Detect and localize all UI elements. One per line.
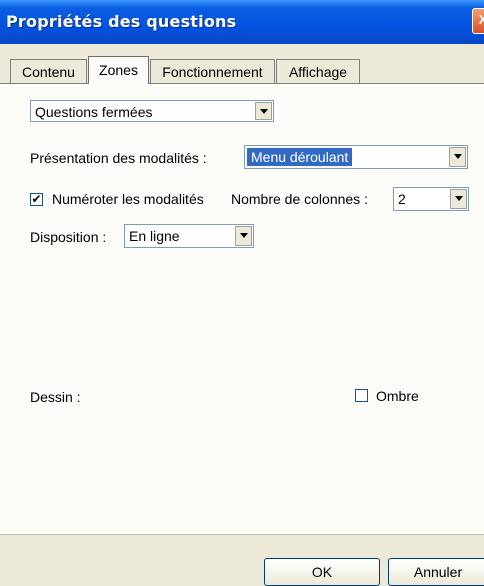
chevron-down-icon[interactable] [235, 226, 252, 246]
shadow-label: Ombre [376, 388, 419, 404]
tab-affichage[interactable]: Affichage [276, 59, 360, 83]
columns-value: 2 [398, 191, 406, 207]
drawing-label: Dessin : [30, 389, 81, 405]
numbering-checkbox[interactable]: ✔ [30, 193, 43, 206]
checkmark-icon: ✔ [31, 192, 42, 206]
question-type-value: Questions fermées [35, 104, 153, 120]
close-icon: X [478, 12, 484, 27]
tab-contenu[interactable]: Contenu [10, 59, 87, 83]
cancel-button[interactable]: Annuler [388, 558, 484, 586]
columns-label: Nombre de colonnes : [231, 191, 368, 207]
tab-fonctionnement[interactable]: Fonctionnement [150, 59, 275, 83]
shadow-checkbox[interactable] [355, 389, 368, 402]
chevron-down-icon[interactable] [255, 102, 272, 120]
chevron-down-icon[interactable] [450, 189, 467, 209]
presentation-select[interactable]: Menu déroulant [244, 145, 468, 169]
chevron-down-icon[interactable] [449, 147, 466, 167]
close-button[interactable]: X [472, 8, 484, 34]
question-type-select[interactable]: Questions fermées [30, 100, 274, 122]
ok-button[interactable]: OK [264, 558, 380, 586]
dialog-title: Propriétés des questions [6, 12, 237, 31]
properties-dialog: Propriétés des questions X Contenu Zones… [0, 0, 484, 586]
tab-zones[interactable]: Zones [88, 56, 149, 84]
footer-separator [0, 534, 484, 535]
tab-strip-border [0, 83, 484, 84]
layout-label: Disposition : [30, 229, 107, 245]
numbering-label: Numéroter les modalités [52, 191, 204, 207]
ok-button-label: OK [311, 564, 333, 580]
layout-value: En ligne [129, 228, 180, 244]
cancel-button-label: Annuler [413, 564, 463, 580]
title-bar[interactable]: Propriétés des questions X [0, 0, 484, 44]
columns-select[interactable]: 2 [393, 187, 469, 211]
presentation-label: Présentation des modalités : [30, 150, 207, 166]
presentation-value: Menu déroulant [247, 148, 353, 166]
layout-select[interactable]: En ligne [124, 224, 254, 248]
